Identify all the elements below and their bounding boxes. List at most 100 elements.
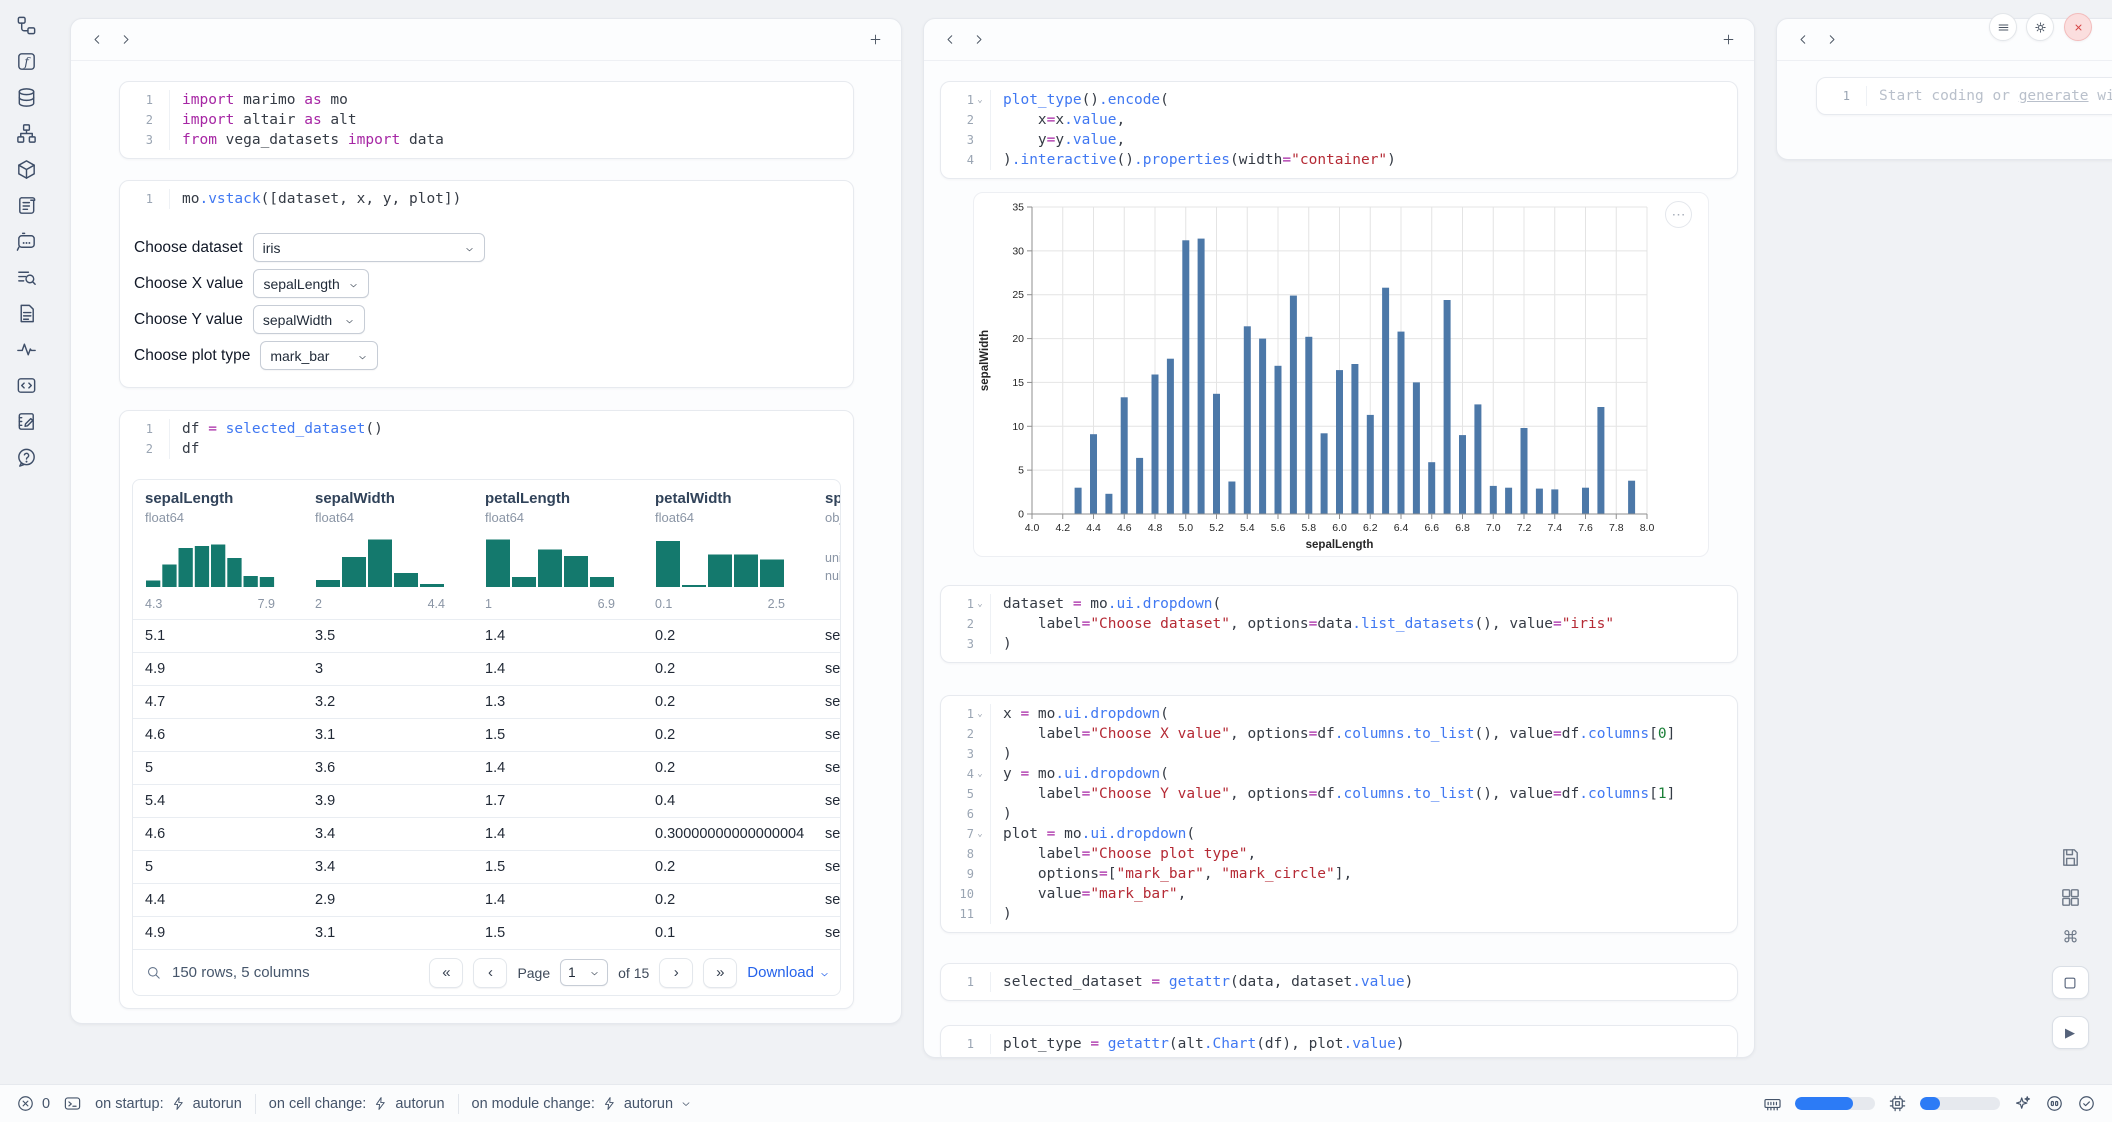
keyboard-shortcuts-button[interactable]: ⌘: [2059, 926, 2082, 949]
save-button[interactable]: [2059, 846, 2082, 869]
sidebar-item-datasources[interactable]: [15, 86, 38, 109]
run-all-button[interactable]: ▶: [2052, 1016, 2089, 1049]
code-line[interactable]: 4⌄y = mo.ui.dropdown(: [941, 764, 1737, 784]
code-line[interactable]: 2 label="Choose dataset", options=data.l…: [941, 614, 1737, 634]
code-editor[interactable]: 1 plot_type = getattr(alt.Chart(df), plo…: [941, 1026, 1737, 1058]
code-line[interactable]: 2 import altair as alt: [120, 110, 853, 130]
runtime-config-2[interactable]: on cell change:autorun: [269, 1096, 445, 1112]
column-prev-button[interactable]: [1789, 27, 1817, 53]
svg-text:6.6: 6.6: [1424, 522, 1439, 534]
copilot-icon[interactable]: [2045, 1094, 2064, 1113]
error-indicator[interactable]: 0: [16, 1094, 50, 1113]
next-page-button[interactable]: ›: [659, 958, 693, 988]
code-line[interactable]: 8 label="Choose plot type",: [941, 844, 1737, 864]
column-next-button[interactable]: [111, 27, 139, 53]
sidebar-item-tracing[interactable]: [15, 338, 38, 361]
code-line[interactable]: 3 from vega_datasets import data: [120, 130, 853, 150]
choose-x-value-select[interactable]: sepalLength: [253, 269, 369, 298]
code-text: ): [991, 634, 1012, 654]
choose-plot-type-select[interactable]: mark_bar: [260, 341, 378, 370]
sidebar-item-search[interactable]: [15, 266, 38, 289]
line-gutter: 1⌄: [941, 90, 991, 110]
prev-page-button[interactable]: ‹: [473, 958, 507, 988]
code-editor[interactable]: 1⌄x = mo.ui.dropdown(2 label="Choose X v…: [941, 696, 1737, 932]
sidebar-item-dependencies[interactable]: [15, 122, 38, 145]
code-line[interactable]: 7⌄plot = mo.ui.dropdown(: [941, 824, 1737, 844]
code-line[interactable]: 1 df = selected_dataset(): [120, 419, 853, 439]
column-next-button[interactable]: [1817, 27, 1845, 53]
line-number: 2: [967, 110, 974, 130]
code-editor[interactable]: 1 df = selected_dataset()2 df: [120, 411, 853, 467]
code-editor[interactable]: 1 selected_dataset = getattr(data, datas…: [941, 964, 1737, 1000]
code-line[interactable]: 1 import marimo as mo: [120, 90, 853, 110]
code-line[interactable]: 3 ): [941, 744, 1737, 764]
code-line[interactable]: 1 plot_type = getattr(alt.Chart(df), plo…: [941, 1034, 1737, 1054]
code-line[interactable]: 6 ): [941, 804, 1737, 824]
notebook-menu-button[interactable]: [1989, 13, 2017, 41]
code-line[interactable]: 9 options=["mark_bar", "mark_circle"],: [941, 864, 1737, 884]
column-prev-button[interactable]: [83, 27, 111, 53]
download-button[interactable]: Download: [747, 964, 830, 981]
code-editor[interactable]: 1⌄plot_type().encode(2 x=x.value,3 y=y.v…: [941, 82, 1737, 178]
code-editor[interactable]: 1⌄dataset = mo.ui.dropdown(2 label="Choo…: [941, 586, 1737, 662]
sidebar-item-scratchpad[interactable]: [15, 410, 38, 433]
code-line[interactable]: 1⌄plot_type().encode(: [941, 90, 1737, 110]
search-icon[interactable]: [145, 964, 162, 981]
sidebar-item-help[interactable]: [15, 446, 38, 469]
chart-menu-button[interactable]: ⋯: [1665, 201, 1692, 228]
check-circle-icon[interactable]: [2077, 1094, 2096, 1113]
choose-dataset-select[interactable]: iris: [253, 233, 485, 262]
code-line[interactable]: 1⌄x = mo.ui.dropdown(: [941, 704, 1737, 724]
altair-bar-chart[interactable]: 051015202530354.04.24.44.64.85.05.25.45.…: [974, 193, 1710, 551]
code-line[interactable]: 1 mo.vstack([dataset, x, y, plot]): [120, 189, 853, 209]
line-number: 2: [146, 110, 153, 130]
code-editor[interactable]: 1 mo.vstack([dataset, x, y, plot]): [120, 181, 853, 217]
add-cell-button[interactable]: [861, 27, 889, 53]
table-cell: 1.4: [473, 628, 643, 644]
line-number: 3: [967, 130, 974, 150]
line-gutter: 1: [120, 90, 170, 110]
column-prev-button[interactable]: [936, 27, 964, 53]
settings-button[interactable]: [2026, 13, 2054, 41]
choose-y-value-select[interactable]: sepalWidth: [253, 305, 365, 334]
sidebar-item-file-explorer[interactable]: [15, 14, 38, 37]
column-histogram: [145, 535, 275, 587]
code-editor[interactable]: 1 Start coding or generate with AI.: [1817, 78, 2112, 114]
code-line[interactable]: 3 y=y.value,: [941, 130, 1737, 150]
line-number: 2: [967, 724, 974, 744]
code-text: value="mark_bar",: [991, 884, 1186, 904]
sidebar-item-ai-chat[interactable]: [15, 230, 38, 253]
runtime-config-3[interactable]: on module change:autorun: [472, 1096, 693, 1112]
code-line[interactable]: 4 ).interactive().properties(width="cont…: [941, 150, 1737, 170]
shutdown-button[interactable]: [2064, 13, 2092, 41]
sidebar-item-functions[interactable]: f: [15, 50, 38, 73]
add-cell-button[interactable]: [1714, 27, 1742, 53]
generate-with-ai-link[interactable]: generate: [2019, 88, 2089, 104]
line-gutter: 11: [941, 904, 991, 924]
sparkles-icon[interactable]: [2013, 1094, 2032, 1113]
page-select[interactable]: 1: [560, 959, 608, 986]
code-line[interactable]: 1 selected_dataset = getattr(data, datas…: [941, 972, 1737, 992]
sidebar-item-logs[interactable]: [15, 194, 38, 217]
sidebar-item-packages[interactable]: [15, 158, 38, 181]
code-editor[interactable]: 1 import marimo as mo2 import altair as …: [120, 82, 853, 158]
code-line[interactable]: 3 ): [941, 634, 1737, 654]
code-line[interactable]: 1⌄dataset = mo.ui.dropdown(: [941, 594, 1737, 614]
dropdown-controls-output: Choose datasetirisChoose X valuesepalLen…: [120, 217, 853, 387]
sidebar-item-documentation[interactable]: [15, 302, 38, 325]
code-line[interactable]: 11 ): [941, 904, 1737, 924]
code-line[interactable]: 5 label="Choose Y value", options=df.col…: [941, 784, 1737, 804]
code-line[interactable]: 2 x=x.value,: [941, 110, 1737, 130]
first-page-button[interactable]: «: [429, 958, 463, 988]
column-next-button[interactable]: [964, 27, 992, 53]
last-page-button[interactable]: »: [703, 958, 737, 988]
code-line[interactable]: 10 value="mark_bar",: [941, 884, 1737, 904]
layout-grid-button[interactable]: [2059, 886, 2082, 909]
terminal-button[interactable]: [63, 1094, 82, 1113]
sidebar-item-snippets[interactable]: [15, 374, 38, 397]
column-name: petalLength: [485, 490, 631, 507]
code-line[interactable]: 2 df: [120, 439, 853, 459]
code-line[interactable]: 2 label="Choose X value", options=df.col…: [941, 724, 1737, 744]
runtime-config-1[interactable]: on startup:autorun: [95, 1096, 242, 1112]
present-mode-button[interactable]: [2052, 966, 2089, 999]
